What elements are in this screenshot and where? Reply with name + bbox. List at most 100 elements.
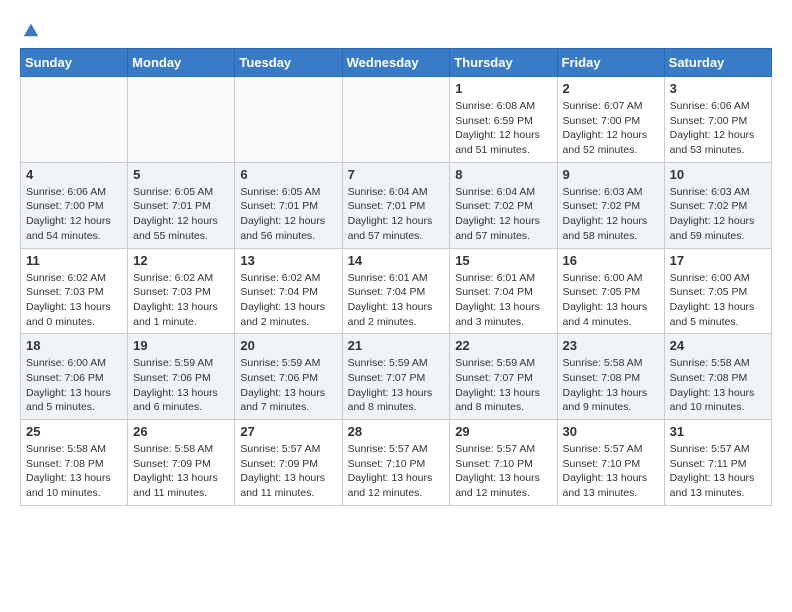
day-info: Sunrise: 5:59 AMSunset: 7:07 PMDaylight:… (455, 356, 551, 415)
calendar-week-row: 25 Sunrise: 5:58 AMSunset: 7:08 PMDayligh… (21, 420, 772, 506)
day-number: 6 (240, 167, 336, 182)
calendar-cell (21, 77, 128, 163)
day-info: Sunrise: 5:59 AMSunset: 7:07 PMDaylight:… (348, 356, 445, 415)
day-number: 17 (670, 253, 766, 268)
calendar-cell: 8 Sunrise: 6:04 AMSunset: 7:02 PMDaylight… (450, 162, 557, 248)
calendar-cell: 9 Sunrise: 6:03 AMSunset: 7:02 PMDaylight… (557, 162, 664, 248)
calendar-cell: 15 Sunrise: 6:01 AMSunset: 7:04 PMDayligh… (450, 248, 557, 334)
day-number: 25 (26, 424, 122, 439)
day-number: 16 (563, 253, 659, 268)
day-number: 10 (670, 167, 766, 182)
calendar-week-row: 1 Sunrise: 6:08 AMSunset: 6:59 PMDaylight… (21, 77, 772, 163)
calendar-cell: 13Sunrise: 6:02 AMSunset: 7:04 PMDayligh… (235, 248, 342, 334)
day-number: 14 (348, 253, 445, 268)
calendar-cell (342, 77, 450, 163)
day-number: 23 (563, 338, 659, 353)
day-info: Sunrise: 5:57 AMSunset: 7:10 PMDaylight:… (563, 442, 659, 501)
logo-icon (22, 20, 40, 38)
calendar-cell: 27Sunrise: 5:57 AMSunset: 7:09 PMDayligh… (235, 420, 342, 506)
calendar-header-row: SundayMondayTuesdayWednesdayThursdayFrid… (21, 49, 772, 77)
day-number: 24 (670, 338, 766, 353)
calendar-cell: 29 Sunrise: 5:57 AMSunset: 7:10 PMDayligh… (450, 420, 557, 506)
calendar-cell: 26 Sunrise: 5:58 AMSunset: 7:09 PMDayligh… (128, 420, 235, 506)
day-number: 3 (670, 81, 766, 96)
calendar-header-tuesday: Tuesday (235, 49, 342, 77)
day-info: Sunrise: 6:02 AMSunset: 7:03 PMDaylight:… (26, 271, 122, 330)
calendar-cell: 30 Sunrise: 5:57 AMSunset: 7:10 PMDayligh… (557, 420, 664, 506)
day-number: 12 (133, 253, 229, 268)
day-info: Sunrise: 6:02 AMSunset: 7:03 PMDaylight:… (133, 271, 229, 330)
day-info: Sunrise: 6:03 AMSunset: 7:02 PMDaylight:… (670, 185, 766, 244)
calendar-header-monday: Monday (128, 49, 235, 77)
day-number: 21 (348, 338, 445, 353)
header (20, 20, 772, 38)
logo (20, 20, 40, 38)
day-info: Sunrise: 6:03 AMSunset: 7:02 PMDaylight:… (563, 185, 659, 244)
calendar-cell: 14 Sunrise: 6:01 AMSunset: 7:04 PMDayligh… (342, 248, 450, 334)
day-number: 22 (455, 338, 551, 353)
calendar-cell: 25 Sunrise: 5:58 AMSunset: 7:08 PMDayligh… (21, 420, 128, 506)
calendar-cell: 6 Sunrise: 6:05 AMSunset: 7:01 PMDaylight… (235, 162, 342, 248)
day-number: 20 (240, 338, 336, 353)
calendar-cell: 5 Sunrise: 6:05 AMSunset: 7:01 PMDaylight… (128, 162, 235, 248)
day-info: Sunrise: 5:57 AMSunset: 7:10 PMDaylight:… (455, 442, 551, 501)
day-info: Sunrise: 6:05 AMSunset: 7:01 PMDaylight:… (133, 185, 229, 244)
calendar-cell: 21 Sunrise: 5:59 AMSunset: 7:07 PMDayligh… (342, 334, 450, 420)
day-number: 8 (455, 167, 551, 182)
calendar-cell (128, 77, 235, 163)
day-info: Sunrise: 5:58 AMSunset: 7:08 PMDaylight:… (26, 442, 122, 501)
day-number: 15 (455, 253, 551, 268)
calendar-header-saturday: Saturday (664, 49, 771, 77)
calendar-header-thursday: Thursday (450, 49, 557, 77)
day-info: Sunrise: 6:05 AMSunset: 7:01 PMDaylight:… (240, 185, 336, 244)
day-info: Sunrise: 6:04 AMSunset: 7:02 PMDaylight:… (455, 185, 551, 244)
calendar-cell: 19 Sunrise: 5:59 AMSunset: 7:06 PMDayligh… (128, 334, 235, 420)
day-number: 27 (240, 424, 336, 439)
day-number: 29 (455, 424, 551, 439)
calendar-cell: 16 Sunrise: 6:00 AMSunset: 7:05 PMDayligh… (557, 248, 664, 334)
day-info: Sunrise: 5:57 AMSunset: 7:11 PMDaylight:… (670, 442, 766, 501)
calendar-cell: 4Sunrise: 6:06 AMSunset: 7:00 PMDaylight… (21, 162, 128, 248)
calendar-cell: 24 Sunrise: 5:58 AMSunset: 7:08 PMDayligh… (664, 334, 771, 420)
calendar-cell: 28 Sunrise: 5:57 AMSunset: 7:10 PMDayligh… (342, 420, 450, 506)
calendar-cell: 20Sunrise: 5:59 AMSunset: 7:06 PMDayligh… (235, 334, 342, 420)
day-info: Sunrise: 6:00 AMSunset: 7:05 PMDaylight:… (670, 271, 766, 330)
day-number: 19 (133, 338, 229, 353)
day-info: Sunrise: 5:59 AMSunset: 7:06 PMDaylight:… (133, 356, 229, 415)
calendar-cell: 18 Sunrise: 6:00 AMSunset: 7:06 PMDayligh… (21, 334, 128, 420)
calendar-cell: 7 Sunrise: 6:04 AMSunset: 7:01 PMDaylight… (342, 162, 450, 248)
day-number: 26 (133, 424, 229, 439)
calendar-cell: 3Sunrise: 6:06 AMSunset: 7:00 PMDaylight… (664, 77, 771, 163)
day-info: Sunrise: 6:01 AMSunset: 7:04 PMDaylight:… (455, 271, 551, 330)
calendar-cell: 31 Sunrise: 5:57 AMSunset: 7:11 PMDayligh… (664, 420, 771, 506)
day-number: 7 (348, 167, 445, 182)
day-number: 30 (563, 424, 659, 439)
calendar-cell: 2Sunrise: 6:07 AMSunset: 7:00 PMDaylight… (557, 77, 664, 163)
day-number: 5 (133, 167, 229, 182)
day-number: 18 (26, 338, 122, 353)
day-info: Sunrise: 6:08 AMSunset: 6:59 PMDaylight:… (455, 99, 551, 158)
day-info: Sunrise: 5:57 AMSunset: 7:10 PMDaylight:… (348, 442, 445, 501)
day-number: 9 (563, 167, 659, 182)
day-info: Sunrise: 6:01 AMSunset: 7:04 PMDaylight:… (348, 271, 445, 330)
calendar-week-row: 11 Sunrise: 6:02 AMSunset: 7:03 PMDayligh… (21, 248, 772, 334)
day-info: Sunrise: 5:58 AMSunset: 7:08 PMDaylight:… (670, 356, 766, 415)
calendar-cell: 12 Sunrise: 6:02 AMSunset: 7:03 PMDayligh… (128, 248, 235, 334)
day-number: 28 (348, 424, 445, 439)
day-info: Sunrise: 5:58 AMSunset: 7:09 PMDaylight:… (133, 442, 229, 501)
calendar-header-wednesday: Wednesday (342, 49, 450, 77)
calendar-week-row: 4Sunrise: 6:06 AMSunset: 7:00 PMDaylight… (21, 162, 772, 248)
day-info: Sunrise: 6:04 AMSunset: 7:01 PMDaylight:… (348, 185, 445, 244)
day-number: 31 (670, 424, 766, 439)
day-number: 13 (240, 253, 336, 268)
day-info: Sunrise: 6:00 AMSunset: 7:06 PMDaylight:… (26, 356, 122, 415)
day-info: Sunrise: 5:58 AMSunset: 7:08 PMDaylight:… (563, 356, 659, 415)
calendar-cell: 11 Sunrise: 6:02 AMSunset: 7:03 PMDayligh… (21, 248, 128, 334)
day-number: 11 (26, 253, 122, 268)
day-number: 1 (455, 81, 551, 96)
calendar-header-friday: Friday (557, 49, 664, 77)
day-info: Sunrise: 6:00 AMSunset: 7:05 PMDaylight:… (563, 271, 659, 330)
calendar-header-sunday: Sunday (21, 49, 128, 77)
calendar-cell: 10 Sunrise: 6:03 AMSunset: 7:02 PMDayligh… (664, 162, 771, 248)
calendar-cell: 23 Sunrise: 5:58 AMSunset: 7:08 PMDayligh… (557, 334, 664, 420)
